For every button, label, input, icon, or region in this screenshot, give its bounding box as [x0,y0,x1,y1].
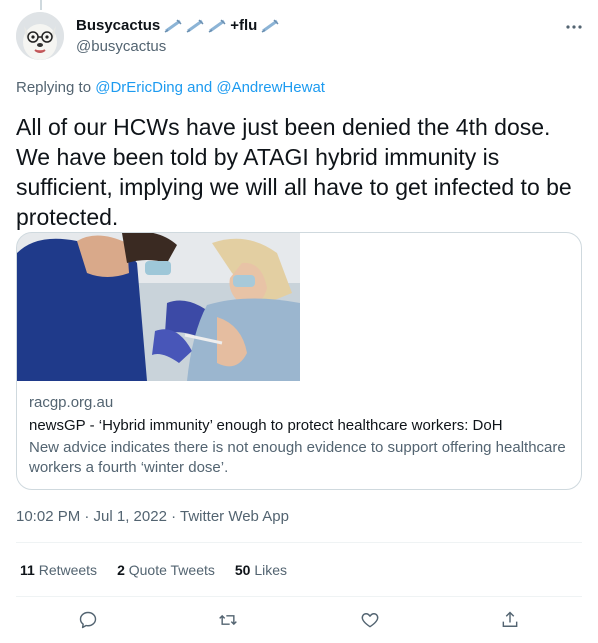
tweet-stats: 11 Retweets 2 Quote Tweets 50 Likes [20,560,287,580]
like-icon[interactable] [354,604,386,636]
card-title: newsGP - ‘Hybrid immunity’ enough to pro… [29,417,503,434]
tweet-header: Busycactus +flu @busycactus [16,12,582,62]
retweets-stat[interactable]: 11 Retweets [20,560,97,580]
card-domain: racgp.org.au [29,394,114,411]
syringe-emoji-icon [261,19,279,33]
author-handle[interactable]: @busycactus [76,37,279,57]
reply-user-link-1[interactable]: @DrEricDing [95,79,183,96]
thread-connector-line [40,0,42,10]
likes-stat[interactable]: 50 Likes [235,560,287,580]
syringe-emoji-icon [186,19,204,33]
reply-user-link-2[interactable]: @AndrewHewat [216,79,325,96]
avatar[interactable] [16,12,64,60]
quote-tweets-label: Quote Tweets [128,562,215,578]
retweet-icon[interactable] [212,604,244,636]
likes-count: 50 [234,562,251,578]
tweet-timestamp[interactable]: 10:02 PM · Jul 1, 2022 · Twitter Web App [16,507,289,527]
timestamp-link[interactable]: 10:02 PM · Jul 1, 2022 · Twitter Web App [16,508,289,525]
reply-and-link[interactable]: and [187,79,212,96]
replying-prefix: Replying to [16,79,92,96]
author-name-suffix: +flu [230,17,258,34]
more-dots-icon[interactable] [566,18,582,30]
likes-label: Likes [254,562,288,578]
quote-tweets-stat[interactable]: 2 Quote Tweets [117,560,215,580]
replying-to: Replying to @DrEricDing and @AndrewHewat [16,78,325,98]
retweets-label: Retweets [38,562,98,578]
divider [16,596,582,597]
syringe-emoji-icon [208,19,226,33]
quote-tweets-count: 2 [117,562,125,578]
card-image[interactable] [17,233,300,381]
author-display-name[interactable]: Busycactus +flu [76,16,279,36]
reply-icon[interactable] [72,604,104,636]
retweets-count: 11 [20,562,35,578]
card-description: New advice indicates there is not enough… [29,439,566,476]
share-icon[interactable] [494,604,526,636]
tweet-actions [16,604,582,636]
link-card[interactable]: racgp.org.au newsGP - ‘Hybrid immunity’ … [16,232,582,490]
syringe-emoji-icon [164,19,182,33]
author-name: Busycactus [76,17,161,34]
tweet-text: All of our HCWs have just been denied th… [16,114,572,230]
divider [16,542,582,543]
